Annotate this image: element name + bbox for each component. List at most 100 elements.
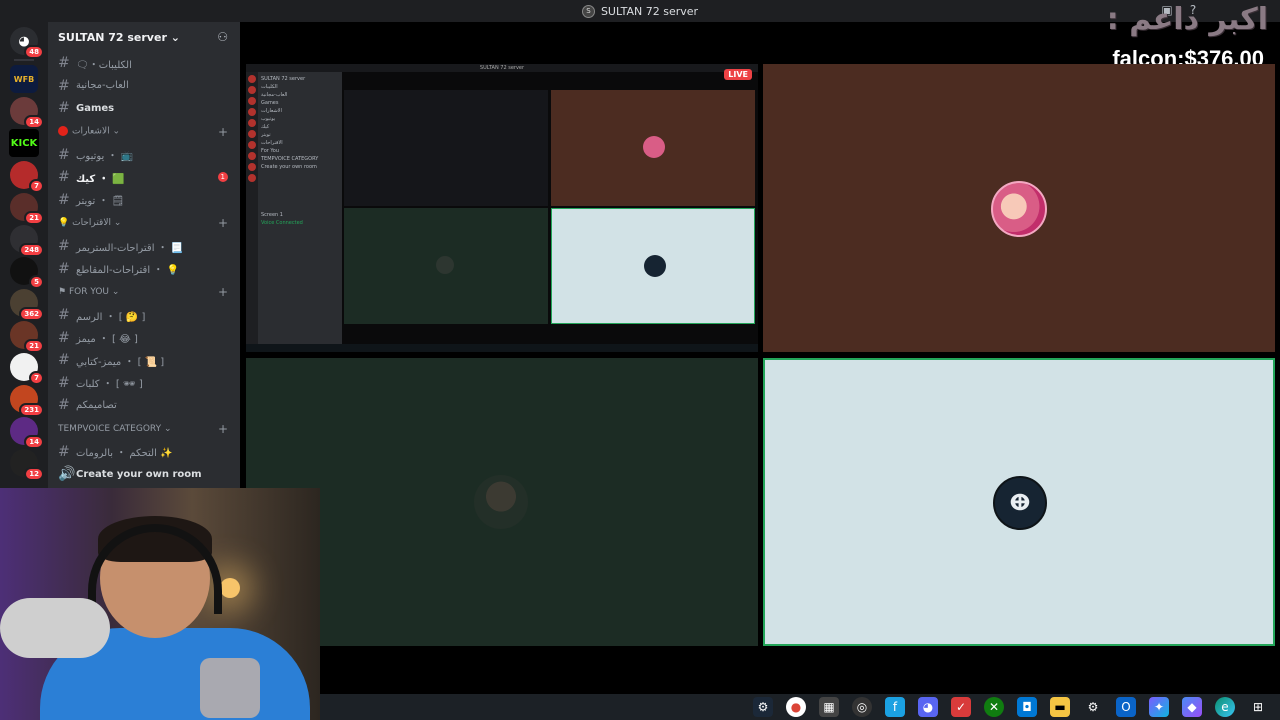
add-channel-icon[interactable]: +	[218, 422, 228, 436]
category-notifications[interactable]: الاشعارات ⌄ +	[48, 120, 240, 144]
channel-dogs[interactable]: # كلبات ・ [ 🕶 ]	[48, 372, 240, 395]
hash-icon: #	[58, 55, 70, 72]
mini-line: Create your own room	[261, 164, 317, 170]
channel-label: التحكم ・ بالرومات ✨	[76, 448, 173, 460]
chevron-down-icon: ⌄	[170, 30, 180, 44]
participant-tile-green[interactable]	[246, 358, 758, 646]
channel-sidebar: SULTAN 72 server ⌄ ⚇ # 🗨・الكليبات # العاب-…	[48, 22, 240, 488]
app-red-icon[interactable]: ✓	[951, 697, 971, 717]
channel-free-games[interactable]: # العاب-مجانية	[48, 75, 240, 98]
channel-designs[interactable]: # تصاميمكم	[48, 394, 240, 417]
app-f-icon[interactable]: f	[885, 697, 905, 717]
server-rail: ◕ 48 WFB 14 KICK 7 21 248 5 362 21 7 231…	[0, 22, 48, 488]
app-blue-icon[interactable]: ◘	[1017, 697, 1037, 717]
mini-line: الاقتراحات	[261, 140, 283, 146]
edge-icon[interactable]: e	[1215, 697, 1235, 717]
server-icon-4[interactable]: 7	[10, 161, 44, 193]
server-icon-8[interactable]: 362	[10, 289, 44, 321]
lightbulb-icon: 💡	[58, 218, 70, 228]
server-icon-13[interactable]: 12	[10, 449, 44, 481]
server-icon-6[interactable]: 248	[10, 225, 44, 257]
server-icon-11[interactable]: 231	[10, 385, 44, 417]
phone-icon	[200, 658, 260, 718]
server-icon-2[interactable]: 14	[10, 97, 44, 129]
mini-line: الكليبات	[261, 84, 278, 90]
channel-room-control[interactable]: # التحكم ・ بالرومات ✨	[48, 441, 240, 464]
live-badge: LIVE	[724, 69, 752, 80]
server-icon-10[interactable]: 7	[10, 353, 44, 385]
channel-clip-suggestions[interactable]: # اقتراحات-المقاطع ・ 💡	[48, 258, 240, 281]
add-channel-icon[interactable]: +	[218, 285, 228, 299]
participant-tile-speaking[interactable]: ⴲ	[763, 358, 1275, 646]
channel-games[interactable]: # Games	[48, 97, 240, 120]
mini-line: TEMPVOICE CATEGORY	[261, 156, 319, 162]
discord-home-button[interactable]: ◕ 48	[10, 27, 44, 59]
add-channel-icon[interactable]: +	[218, 216, 228, 230]
window-title: SULTAN 72 server	[600, 4, 699, 18]
server-kick[interactable]: KICK	[9, 129, 39, 157]
server-icon-7[interactable]: 5	[10, 257, 44, 289]
chrome-icon[interactable]: ●	[786, 697, 806, 717]
channel-twitter[interactable]: # تويتر ・ 🗒	[48, 189, 240, 212]
mini-taskbar	[246, 344, 758, 352]
server-icon-9[interactable]: 21	[10, 321, 44, 353]
obs-icon[interactable]: ◎	[852, 697, 872, 717]
hash-icon: #	[58, 169, 70, 186]
server-icon-12[interactable]: 14	[10, 417, 44, 449]
channel-label: تويتر ・ 🗒	[76, 196, 125, 208]
channel-label: Games	[76, 102, 115, 114]
channel-drawing[interactable]: # الرسم ・ [ 🤔 ]	[48, 304, 240, 327]
channel-clips[interactable]: # 🗨・الكليبات	[48, 52, 240, 75]
window-title-bar: S SULTAN 72 server ▣ ?	[0, 0, 1280, 22]
category-label: الاقتراحات	[72, 218, 111, 228]
microphone-icon	[0, 598, 110, 658]
server-label: KICK	[10, 137, 38, 149]
app-gradient-icon[interactable]: ◆	[1182, 697, 1202, 717]
channel-label: الرسم ・ [ 🤔 ]	[76, 311, 146, 323]
category-for-you[interactable]: ⚑ For You ⌄ +	[48, 280, 240, 304]
xbox-icon[interactable]: ✕	[984, 697, 1004, 717]
channel-kick[interactable]: # كيك ・ 🟩 1	[48, 166, 240, 189]
server-header[interactable]: SULTAN 72 server ⌄ ⚇	[48, 22, 240, 52]
app-root: S SULTAN 72 server ▣ ? اكبر داعم : falco…	[0, 0, 1280, 720]
server-wfb[interactable]: WFB	[10, 65, 38, 93]
mini-line: كيك	[261, 124, 270, 130]
channel-create-room[interactable]: 🔊 Create your own room	[48, 463, 240, 486]
rail-separator	[14, 59, 34, 61]
discord-icon[interactable]: ◕	[918, 697, 938, 717]
channel-memes[interactable]: # ميمز ・ [ 😂 ]	[48, 327, 240, 350]
top-donor-label: اكبر داعم :	[1106, 2, 1268, 37]
copilot-icon[interactable]: ✦	[1149, 697, 1169, 717]
steam-icon[interactable]: ⚙	[753, 697, 773, 717]
add-channel-icon[interactable]: +	[218, 125, 228, 139]
mini-server-rail	[246, 72, 258, 344]
hash-icon: #	[58, 238, 70, 255]
category-tempvoice[interactable]: TEMPVOICE CATEGORY ⌄ +	[48, 417, 240, 441]
category-label: For You	[68, 287, 110, 297]
unread-badge: 21	[24, 211, 44, 225]
unread-badge: 362	[19, 307, 44, 321]
screen-share-tile[interactable]: SULTAN 72 server SULTAN 72 server الكليب…	[246, 64, 758, 352]
add-user-icon[interactable]: ⚇	[217, 30, 228, 44]
channel-youtube[interactable]: # يوتيوب ・ 📺	[48, 144, 240, 167]
channel-streamer-suggestions[interactable]: # اقتراحات-الستريمر ・ 📃	[48, 235, 240, 258]
folder-icon[interactable]: ▬	[1050, 697, 1070, 717]
channel-text-memes[interactable]: # ميمز-كتابي ・ [ 📜 ]	[48, 349, 240, 372]
server-name: SULTAN 72 server	[58, 30, 167, 44]
server-icon-5[interactable]: 21	[10, 193, 44, 225]
mini-stage	[342, 72, 758, 344]
channel-label: تصاميمكم	[76, 399, 117, 411]
unread-badge: 14	[24, 115, 44, 129]
hash-icon: #	[58, 352, 70, 369]
unread-badge: 12	[24, 467, 44, 481]
participant-tile-brown[interactable]	[763, 64, 1275, 352]
windows-icon[interactable]: ⊞	[1248, 697, 1268, 717]
category-label: الاشعارات	[72, 126, 110, 137]
outlook-icon[interactable]: O	[1116, 697, 1136, 717]
hash-icon: #	[58, 100, 70, 117]
settings-icon[interactable]: ⚙	[1083, 697, 1103, 717]
store-icon[interactable]: ▦	[819, 697, 839, 717]
shared-screen-preview: SULTAN 72 server SULTAN 72 server الكليب…	[246, 64, 758, 352]
category-suggestions[interactable]: 💡 الاقتراحات ⌄ +	[48, 211, 240, 235]
hash-icon: #	[58, 77, 70, 94]
